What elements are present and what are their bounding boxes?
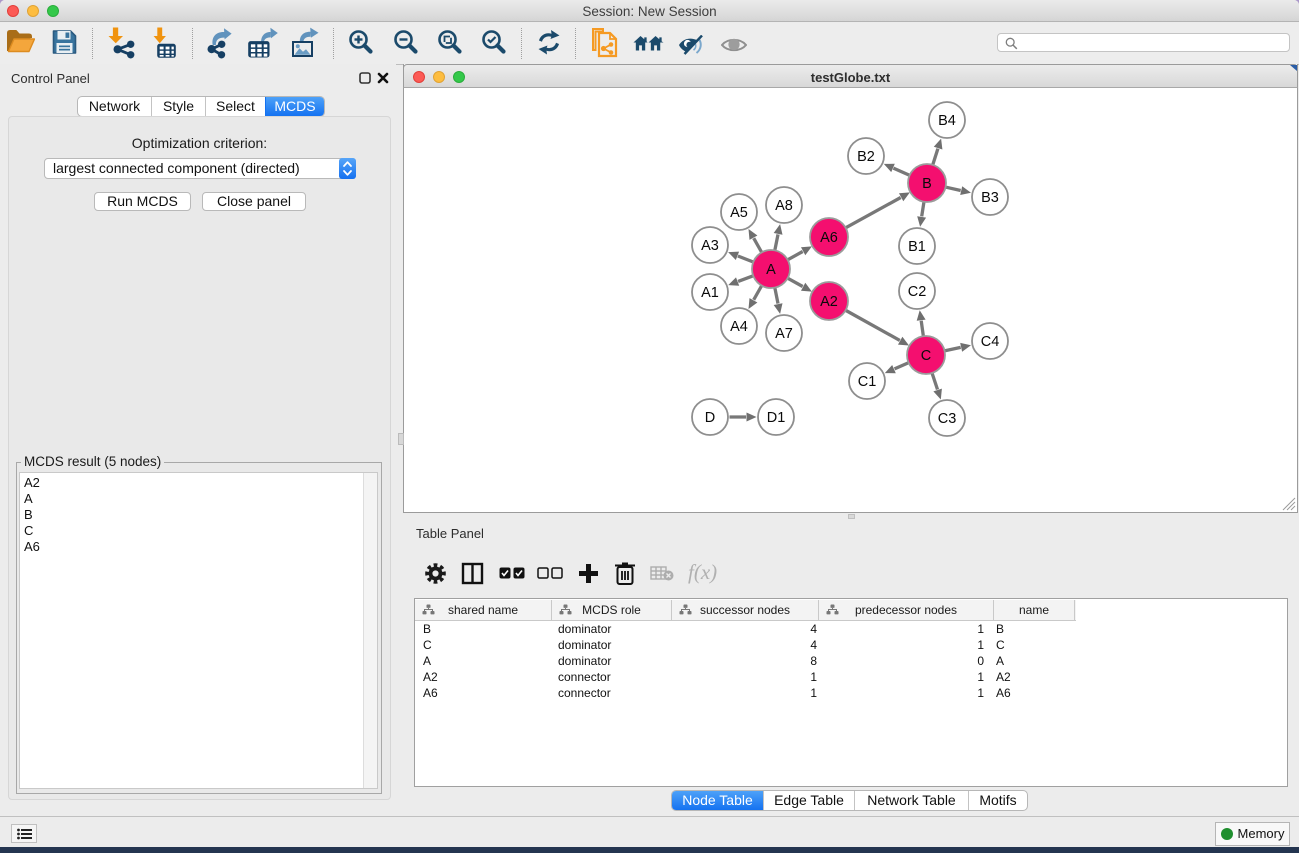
svg-text:A2: A2: [820, 294, 838, 310]
svg-text:C1: C1: [858, 374, 877, 390]
svg-text:A5: A5: [730, 205, 748, 221]
svg-text:A8: A8: [775, 198, 793, 214]
svg-text:B4: B4: [938, 113, 956, 129]
svg-text:A6: A6: [820, 230, 838, 246]
svg-text:B2: B2: [857, 149, 875, 165]
svg-text:A3: A3: [701, 238, 719, 254]
svg-text:B: B: [922, 176, 932, 192]
svg-text:A7: A7: [775, 326, 793, 342]
svg-text:A1: A1: [701, 285, 719, 301]
svg-text:D1: D1: [767, 410, 786, 426]
svg-text:D: D: [705, 410, 715, 426]
svg-text:B3: B3: [981, 190, 999, 206]
svg-text:A: A: [766, 262, 776, 278]
svg-text:C: C: [921, 348, 931, 364]
svg-text:A4: A4: [730, 319, 748, 335]
svg-text:B1: B1: [908, 239, 926, 255]
svg-text:C3: C3: [938, 411, 957, 427]
svg-text:C2: C2: [908, 284, 927, 300]
svg-text:C4: C4: [981, 334, 1000, 350]
